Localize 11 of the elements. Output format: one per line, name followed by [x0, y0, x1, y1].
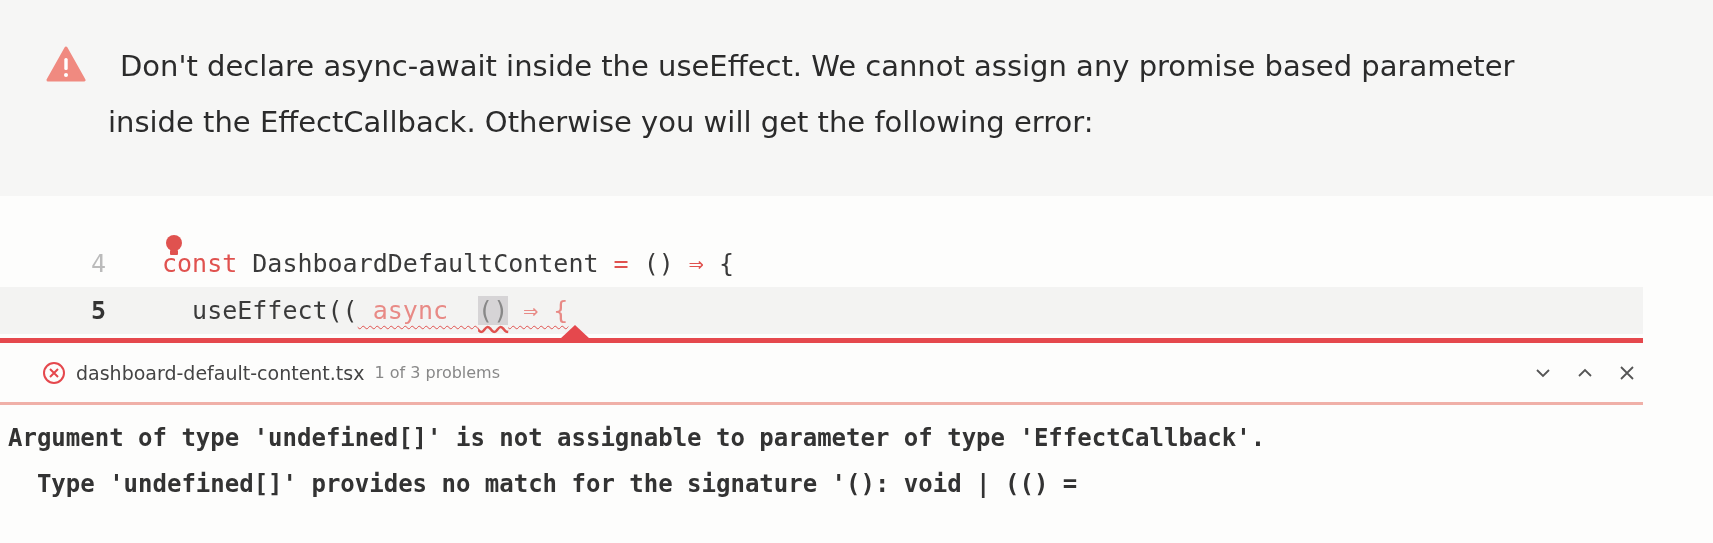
warning-icon	[46, 46, 86, 82]
line-number: 4	[89, 249, 106, 278]
warning-text: Don't declare async-await inside the useEffect. We cannot assign any promise based parameter inside the EffectCallback. Otherwise you will get the following error:	[108, 48, 1516, 141]
line-number: 5	[89, 296, 106, 325]
code-text: const DashboardDefaultContent = () ⇒ {	[162, 249, 734, 278]
code-text: useEffect(( async () ⇒ {	[191, 296, 569, 325]
error-message: Type 'undefined[]' provides no match for the signature '(): void | (() =	[35, 469, 1079, 500]
error-message: Argument of type 'undefined[]' is not assignable to parameter of type 'EffectCallback'.	[7, 423, 1267, 454]
file-name: dashboard-default-content.tsx	[76, 361, 365, 384]
problem-count: 1 of 3 problems	[374, 363, 501, 382]
error-icon	[42, 360, 66, 385]
